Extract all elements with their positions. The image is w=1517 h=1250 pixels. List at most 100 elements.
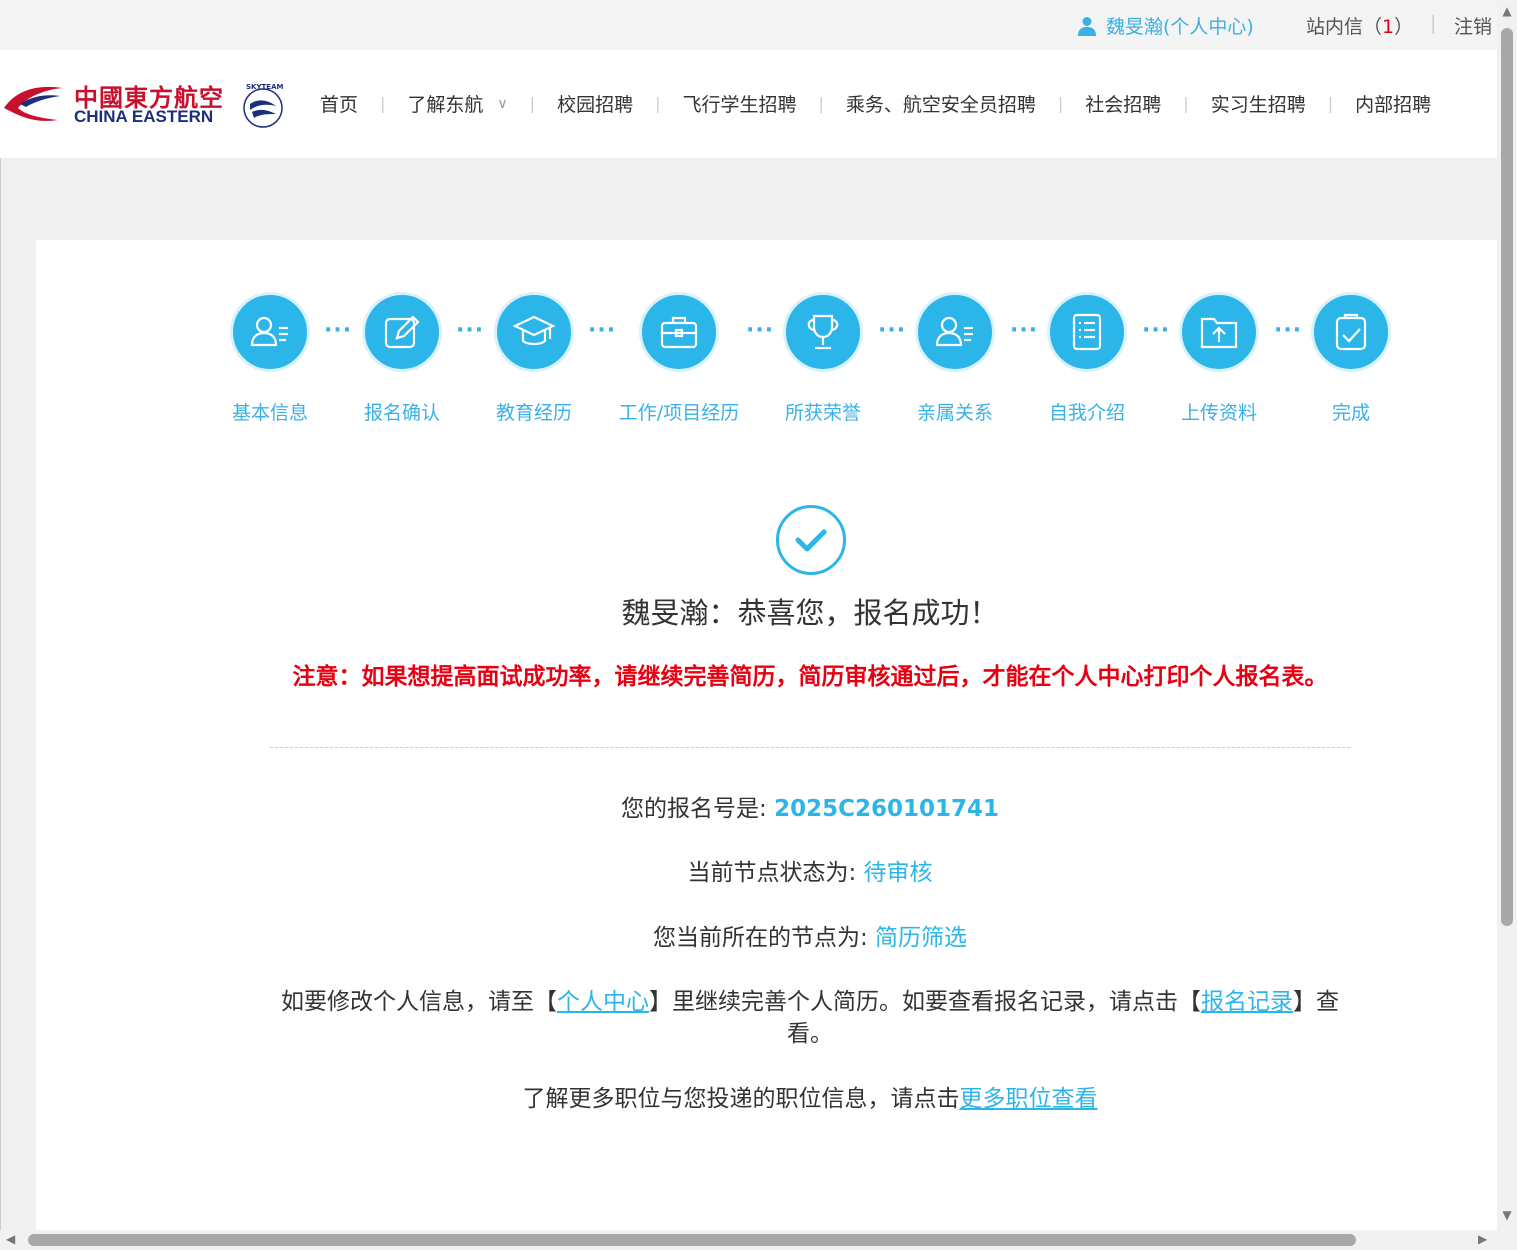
user-card-icon [935,316,973,347]
clipboard-check-icon [1335,313,1367,351]
node-status-value: 待审核 [863,860,933,886]
step-label: 报名确认 [363,402,440,424]
topbar-separator: | [1430,12,1437,34]
step-basic-info[interactable]: 基本信息 [200,292,340,425]
step-label: 亲属关系 [916,402,993,424]
nav-item-home[interactable]: 首页 [320,90,358,117]
registration-records-link[interactable]: 报名记录 [1201,989,1293,1015]
personal-center-link[interactable]: 个人中心 [557,989,649,1015]
messages-close: ） [1394,16,1414,38]
step-education[interactable]: 教育经历 [464,292,604,425]
step-circle [494,292,574,372]
nav-item-intern[interactable]: 实习生招聘 [1211,90,1306,117]
skyteam-icon: SKYTEAM [243,83,284,128]
upload-folder-icon [1200,317,1238,349]
step-circle [362,292,442,372]
nav-divider: | [529,94,536,113]
nav-divider: | [1183,94,1189,113]
user-card-icon [250,316,288,347]
messages-link[interactable]: 站内信（1） [1306,12,1413,39]
nav-item-label: 飞行学生招聘 [682,94,797,116]
step-complete[interactable]: 完成 [1281,292,1421,425]
step-confirm[interactable]: 报名确认 [332,292,472,425]
step-circle [1047,292,1127,372]
graduation-cap-icon [513,315,555,346]
vertical-scroll-thumb[interactable] [1501,28,1513,926]
more-positions-line: 了解更多职位与您投递的职位信息，请点击更多职位查看 [270,1083,1350,1115]
nav-item-campus[interactable]: 校园招聘 [557,90,633,117]
user-center-label: 魏旻瀚(个人中心) [1106,16,1254,38]
step-label: 基本信息 [231,402,308,424]
skyteam-text: SKYTEAM [246,83,284,91]
step-circle [783,292,863,372]
scroll-down-icon[interactable]: ▼ [1500,1208,1514,1222]
current-node-value: 简历筛选 [875,925,968,951]
nav-divider: | [1057,94,1064,113]
chevron-down-icon: ∨ [497,95,508,112]
edit-icon [384,315,420,349]
step-label: 教育经历 [495,402,572,424]
nav-item-about[interactable]: 了解东航 ∨ [407,90,507,117]
messages-label: 站内信（ [1306,16,1383,38]
trophy-icon [807,314,839,350]
logout-link[interactable]: 注销 [1454,12,1492,39]
nav-item-label: 乘务、航空安全员招聘 [845,94,1036,116]
step-self-intro[interactable]: 自我介绍 [1017,292,1157,425]
vertical-scrollbar[interactable]: ▲ ▼ [1497,0,1517,1230]
step-circle [1311,292,1391,372]
nav-item-label: 首页 [320,94,359,116]
notice-message: 注意：如果想提高面试成功率，请继续完善简历，简历审核通过后，才能在个人中心打印个… [292,664,1328,690]
horizontal-scroll-thumb[interactable] [28,1234,1356,1246]
node-status-line: 当前节点状态为: 待审核 [270,857,1350,889]
step-label: 工作/项目经历 [618,402,740,424]
scrollbar-corner [1497,1230,1517,1250]
more-positions-prefix: 了解更多职位与您投递的职位信息，请点击 [522,1086,960,1112]
nav-item-label: 校园招聘 [557,94,634,116]
nav-item-pilot-student[interactable]: 飞行学生招聘 [682,90,796,117]
scroll-up-icon[interactable]: ▲ [1500,4,1514,18]
registration-number-line: 您的报名号是: 2025C260101741 [270,793,1350,825]
step-circle [639,292,719,372]
horizontal-scrollbar[interactable]: ◀ ▶ [0,1230,1497,1250]
user-center-link[interactable]: 魏旻瀚(个人中心) [1078,12,1254,39]
step-label: 自我介绍 [1048,402,1125,424]
modify-info-line: 如要修改个人信息，请至【个人中心】里继续完善个人简历。如要查看报名记录，请点击【… [270,986,1350,1050]
nav-item-label: 了解东航 [407,94,484,116]
nav-divider: | [380,94,386,113]
step-upload[interactable]: 上传资料 [1149,292,1289,425]
nav-item-cabin-crew[interactable]: 乘务、航空安全员招聘 [846,90,1036,117]
messages-count: 1 [1382,16,1395,38]
step-circle [230,292,310,372]
more-positions-link[interactable]: 更多职位查看 [960,1086,1098,1112]
step-relatives[interactable]: 亲属关系 [885,292,1025,425]
step-honors[interactable]: 所获荣誉 [753,292,893,425]
scroll-right-icon[interactable]: ▶ [1478,1232,1487,1246]
china-eastern-logo[interactable]: 中國東方航空 CHINA EASTERN SKYTEAM [2,78,287,134]
briefcase-icon [660,316,698,349]
nav-item-label: 实习生招聘 [1210,94,1306,116]
step-circle [1179,292,1259,372]
registration-number-label: 您的报名号是: [621,796,775,822]
dashed-divider [270,747,1350,748]
nav-item-social[interactable]: 社会招聘 [1085,90,1161,117]
step-label: 上传资料 [1180,402,1257,424]
user-icon [1078,16,1096,36]
success-check-icon [776,505,846,575]
congrats-message: 魏旻瀚：恭喜您，报名成功！ [621,596,999,630]
current-node-label: 您当前所在的节点为: [652,925,876,951]
step-work[interactable]: 工作/项目经历 [609,292,749,425]
nav-divider: | [1327,94,1334,113]
modify-prefix-text: 如要修改个人信息，请至【 [281,989,557,1015]
nav-item-label: 社会招聘 [1085,94,1162,116]
swallow-logo-icon [4,86,62,121]
modify-middle-text: 】里继续完善个人简历。如要查看报名记录，请点击【 [649,989,1201,1015]
nav-divider: | [818,94,824,113]
registration-number-value: 2025C260101741 [774,796,999,822]
step-circle [915,292,995,372]
current-node-line: 您当前所在的节点为: 简历筛选 [270,922,1350,954]
nav-item-internal[interactable]: 内部招聘 [1355,90,1431,117]
scroll-left-icon[interactable]: ◀ [6,1232,15,1246]
top-bar: 魏旻瀚(个人中心) 站内信（1） | 注销 [0,0,1497,50]
window-left-edge [0,0,1,1230]
step-label: 完成 [1331,402,1370,424]
